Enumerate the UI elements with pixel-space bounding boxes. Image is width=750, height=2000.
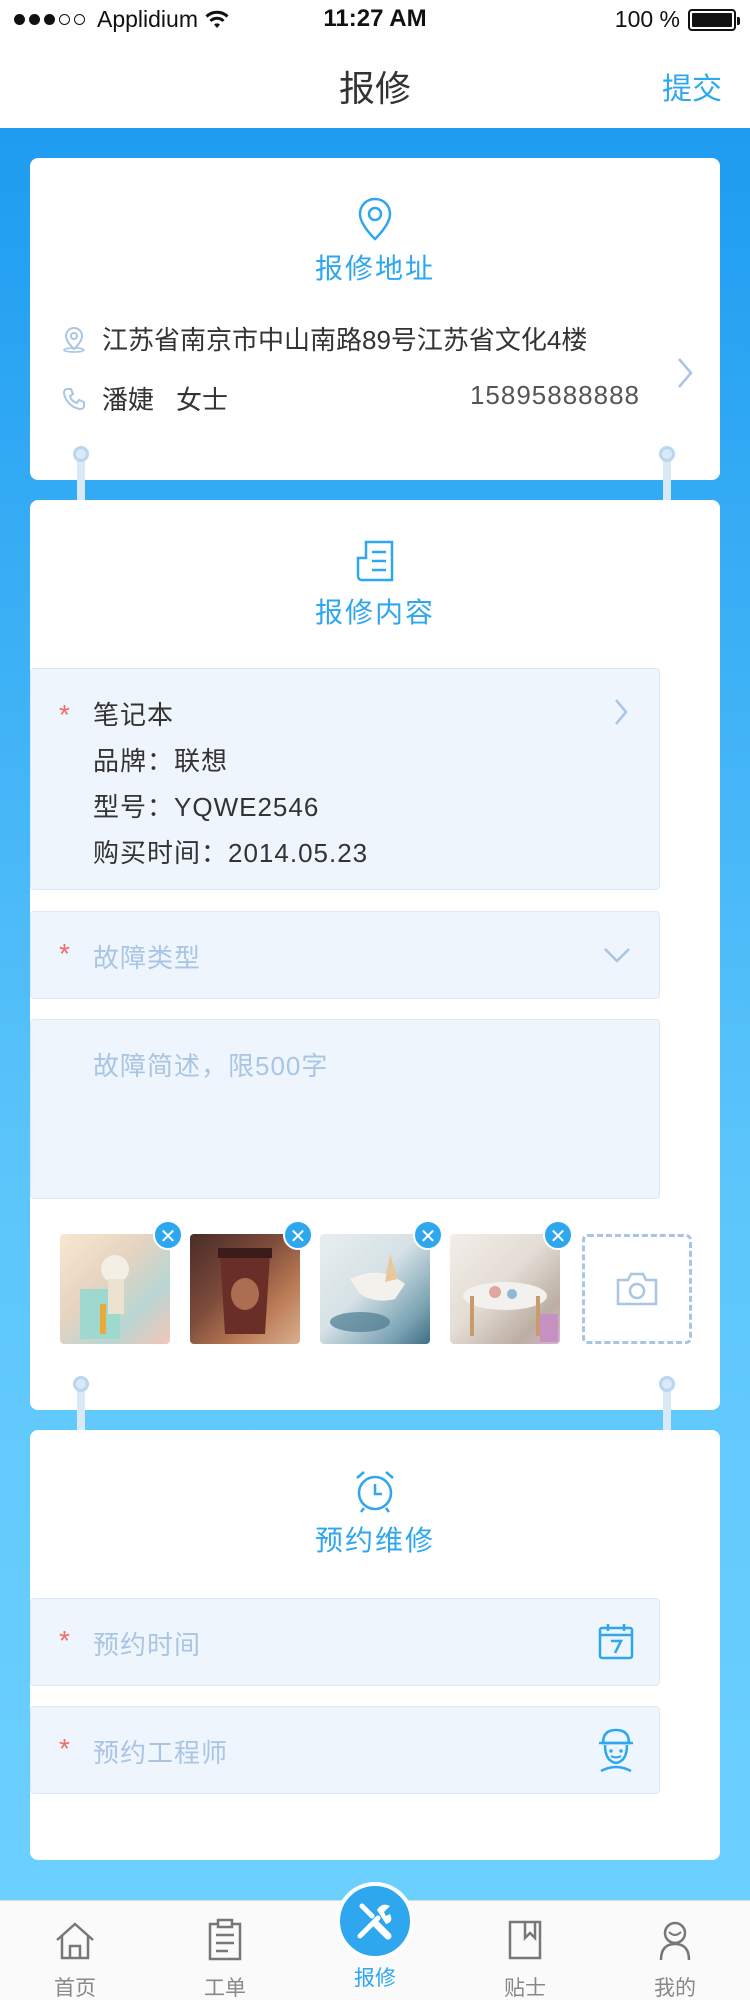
address-text: 江苏省南京市中山南路89号江苏省文化4楼 [102,325,588,355]
fault-type-select[interactable]: * 故障类型 [30,911,660,999]
remove-photo-button[interactable]: ✕ [543,1220,573,1250]
tab-orders[interactable]: 工单 [180,1918,270,2000]
tab-mine[interactable]: 我的 [630,1918,720,2000]
device-selector[interactable]: * 笔记本 品牌：联想 型号：YQWE2546 购买时间：2014.05.23 [30,668,660,890]
device-brand: 品牌：联想 [93,746,229,776]
tools-icon [357,1903,392,1940]
engineer-placeholder: 预约工程师 [93,1738,229,1768]
status-bar: Applidium 11:27 AM 100 % [0,0,750,40]
remove-photo-button[interactable]: ✕ [153,1220,183,1250]
tab-label: 首页 [54,1977,96,2000]
contact-title: 女士 [176,385,229,415]
contact-name: 潘婕 [102,385,155,415]
required-marker: * [59,1625,70,1656]
device-model: 型号：YQWE2546 [93,792,320,822]
clipboard-icon [208,1918,242,1961]
engineer-picker[interactable]: * 预约工程师 [30,1706,660,1794]
battery-icon [688,8,740,31]
device-name: 笔记本 [93,700,175,730]
alarm-clock-icon [356,1471,394,1513]
address-section-title: 报修地址 [314,253,435,284]
tab-repair[interactable]: 报修 [330,1962,420,1992]
repair-tab-button[interactable] [336,1882,414,1960]
chevron-down-icon [604,948,630,963]
remove-photo-button[interactable]: ✕ [413,1220,443,1250]
description-placeholder: 故障简述，限500字 [93,1051,329,1081]
document-icon [356,540,394,582]
required-marker: * [59,938,70,969]
user-icon [659,1921,691,1961]
appointment-time-picker[interactable]: * 预约时间 [30,1598,660,1686]
location-icon [63,326,85,353]
home-icon [56,1922,94,1960]
required-marker: * [59,1733,70,1764]
remove-photo-button[interactable]: ✕ [283,1220,313,1250]
engineer-icon [599,1728,633,1773]
address-card[interactable]: 报修地址 江苏省南京市中山南路89号江苏省文化4楼 潘婕 女士 15895888… [30,158,720,480]
page-title: 报修 [338,68,411,109]
calendar-icon [598,1624,634,1660]
tab-label: 工单 [204,1977,246,2000]
tab-label: 贴士 [504,1977,546,2000]
chevron-right-icon [678,358,693,388]
chevron-right-icon [615,699,628,725]
navigation-bar: 报修 提交 [0,40,750,128]
appointment-section-title: 预约维修 [314,1525,435,1556]
device-purchase-date: 购买时间：2014.05.23 [93,838,369,868]
required-marker: * [59,699,70,730]
add-photo-button[interactable] [582,1234,692,1344]
fault-type-placeholder: 故障类型 [93,943,202,973]
tab-label: 我的 [654,1977,696,2000]
location-pin-icon [358,197,392,241]
fault-description-input[interactable]: 故障简述，限500字 [30,1019,660,1199]
tab-label: 报修 [354,1967,396,1990]
contact-phone: 15895888888 [469,380,640,410]
submit-button[interactable]: 提交 [662,64,722,108]
bookmark-icon [508,1920,542,1960]
appointment-time-placeholder: 预约时间 [93,1630,202,1660]
camera-icon [616,1272,658,1306]
battery-percent: 100 % [614,6,680,32]
tab-home[interactable]: 首页 [30,1918,120,2000]
phone-icon [62,387,85,410]
content-section-title: 报修内容 [314,597,435,628]
tab-tips[interactable]: 贴士 [480,1918,570,2000]
